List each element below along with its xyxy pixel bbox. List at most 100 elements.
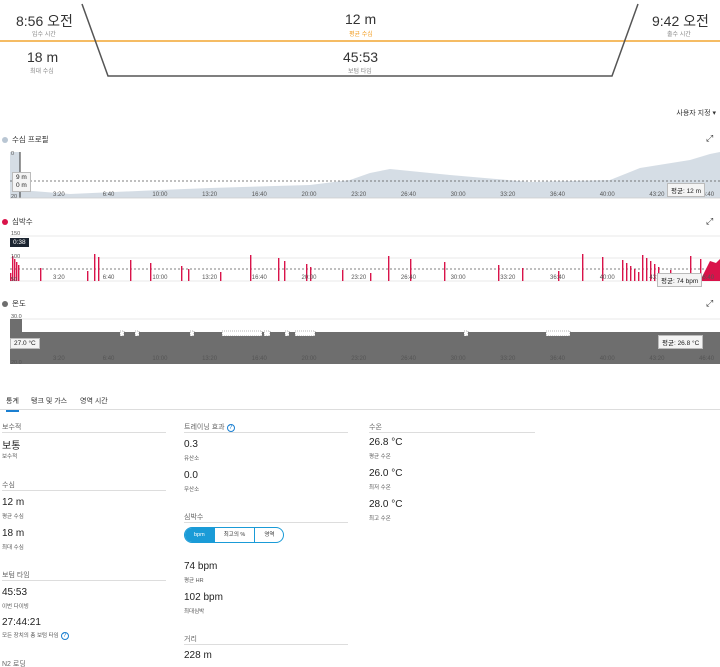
x-tick-label: 46:40 (699, 356, 715, 362)
depth-legend-dot (2, 136, 8, 143)
temp-title-label: 온도 (12, 299, 26, 308)
x-tick-label: 6:40 (103, 192, 115, 198)
x-tick-label: 10:00 (152, 356, 168, 362)
depth-ytick-0: 0 (11, 151, 15, 157)
x-tick-label: 3:20 (53, 192, 65, 198)
temp-notch (221, 330, 263, 337)
hr-unit-toggle: bpm 최고의 % 영역 (184, 527, 285, 543)
x-tick-label: 23:20 (351, 356, 367, 362)
temp-notch (189, 330, 195, 337)
total-bottom-label: 모든 장치의 총 보텀 타임? (2, 631, 69, 640)
x-tick-label: 16:40 (252, 275, 268, 281)
hr-bar (638, 272, 640, 281)
depth-expand-icon[interactable]: ⤢ (706, 133, 713, 144)
x-tick-label: 43:20 (649, 192, 665, 198)
temp-notch (463, 330, 469, 337)
temp-expand-icon[interactable]: ⤢ (706, 298, 713, 309)
x-tick-label: 10:00 (152, 275, 168, 281)
hr-bar (388, 256, 390, 281)
hr-avg-badge: 평균: 74 bpm (657, 273, 703, 287)
x-tick-label: 10:00 (152, 192, 168, 198)
conservatism-label: 보수적 (2, 454, 18, 460)
x-tick-label: 26:40 (401, 356, 417, 362)
hr-unit-percent-max[interactable]: 최고의 % (213, 528, 255, 542)
hr-title-label: 심박수 (12, 217, 33, 226)
x-tick-label: 40:00 (600, 275, 616, 281)
hr-bar (444, 262, 446, 281)
bottom-time-label: 보텀 타임 (348, 69, 372, 75)
avg-depth-stat-value: 12 m (2, 497, 25, 508)
distance-title: 거리 (184, 636, 197, 643)
divider (369, 432, 535, 433)
tab-zone-time[interactable]: 영역 시간 (80, 396, 108, 406)
hr-expand-icon[interactable]: ⤢ (706, 216, 713, 227)
temp-notch (545, 330, 571, 337)
caret-down-icon: ▾ (712, 110, 716, 117)
bottom-time-value: 45:53 (343, 49, 379, 65)
stats-tabs: 통계 탱크 및 가스 영역 시간 (0, 394, 720, 412)
training-effect-title: 트레이닝 효과? (184, 422, 235, 432)
water-temp-title: 수온 (369, 424, 382, 431)
x-tick-label: 30:00 (451, 356, 467, 362)
depth-cursor-tooltip: 9 m 0 m (12, 172, 31, 192)
hr-bar (626, 263, 628, 281)
depth-chart[interactable]: 3:20 6:40 10:00 13:20 16:40 20:00 23:20 26:40 30… (10, 148, 720, 202)
hr-cursor-tooltip: 0:38 (10, 238, 29, 247)
x-tick-label: 3:20 (53, 356, 65, 362)
hr-bar (630, 266, 632, 281)
divider (184, 522, 348, 523)
hr-bar (370, 273, 372, 281)
summary-header: 8:56 오전 입수 시간 12 m 평균 수심 9:42 오전 출수 시간 1… (0, 0, 720, 90)
depth-cursor-top: 9 m (16, 174, 27, 181)
hr-bar (342, 270, 344, 281)
x-tick-label: 36:40 (550, 192, 566, 198)
temp-cursor-tooltip: 27.0 °C (10, 338, 40, 349)
depth-cursor-bottom: 0 m (16, 182, 27, 189)
anaerobic-label: 무산소 (184, 487, 200, 493)
min-temp-value: 26.0 °C (369, 468, 403, 479)
min-temp-label: 최저 수온 (369, 485, 391, 491)
x-tick-label: 36:40 (550, 356, 566, 362)
exit-time-value: 9:42 오전 (652, 13, 709, 29)
help-icon[interactable]: ? (60, 632, 69, 640)
hr-bar (220, 272, 222, 281)
x-tick-label: 26:40 (401, 275, 417, 281)
heart-rate-chart[interactable]: 3:20 6:40 10:00 13:20 16:40 20:00 23:20 26:40 30… (10, 231, 720, 283)
hr-bar (87, 271, 89, 281)
max-depth-stat-value: 18 m (2, 528, 25, 539)
temp-notch (134, 330, 140, 337)
n2-loading-title: N2 로딩 (2, 661, 26, 667)
temperature-chart[interactable]: 3:20 6:40 10:00 13:20 16:40 20:00 23:20 26:40 30… (10, 314, 720, 366)
dive-activity-page: 8:56 오전 입수 시간 12 m 평균 수심 9:42 오전 출수 시간 1… (0, 0, 720, 667)
x-tick-label: 30:00 (451, 192, 467, 198)
x-tick-label: 40:00 (600, 192, 616, 198)
hr-bar (98, 257, 100, 281)
x-tick-label: 20:00 (302, 275, 318, 281)
max-depth-label: 최대 수심 (30, 69, 54, 75)
hr-unit-zone[interactable]: 영역 (254, 528, 283, 542)
tab-stats[interactable]: 통계 (6, 396, 19, 412)
x-tick-label: 26:40 (401, 192, 417, 198)
conservatism-value: 보통 (2, 441, 21, 452)
x-tick-label: 6:40 (103, 356, 115, 362)
x-tick-label: 40:00 (600, 356, 616, 362)
x-tick-label: 3:20 (53, 275, 65, 281)
x-tick-label: 33:20 (500, 192, 516, 198)
avg-temp-value: 26.8 °C (369, 437, 403, 448)
temp-avg-badge: 평균: 26.8 °C (658, 335, 704, 349)
depth-avg-badge: 평균: 12 m (667, 183, 706, 197)
depth-ytick-20: 20 (11, 194, 18, 200)
x-tick-label: 23:20 (351, 275, 367, 281)
hr-bar (94, 254, 96, 281)
hr-ytick-150: 150 (11, 231, 21, 237)
hr-bar (622, 260, 624, 281)
tab-tanks-gas[interactable]: 탱크 및 가스 (31, 396, 67, 406)
hr-bar (18, 265, 20, 281)
help-icon[interactable]: ? (226, 424, 235, 432)
avg-hr-label: 평균 HR (184, 578, 204, 584)
training-effect-title-text: 트레이닝 효과 (184, 424, 225, 431)
entry-time-label: 입수 시간 (32, 32, 56, 38)
hr-unit-bpm[interactable]: bpm (185, 528, 214, 542)
avg-depth-label: 평균 수심 (349, 32, 373, 38)
customize-button[interactable]: 사용자 지정 ▾ (676, 108, 716, 118)
